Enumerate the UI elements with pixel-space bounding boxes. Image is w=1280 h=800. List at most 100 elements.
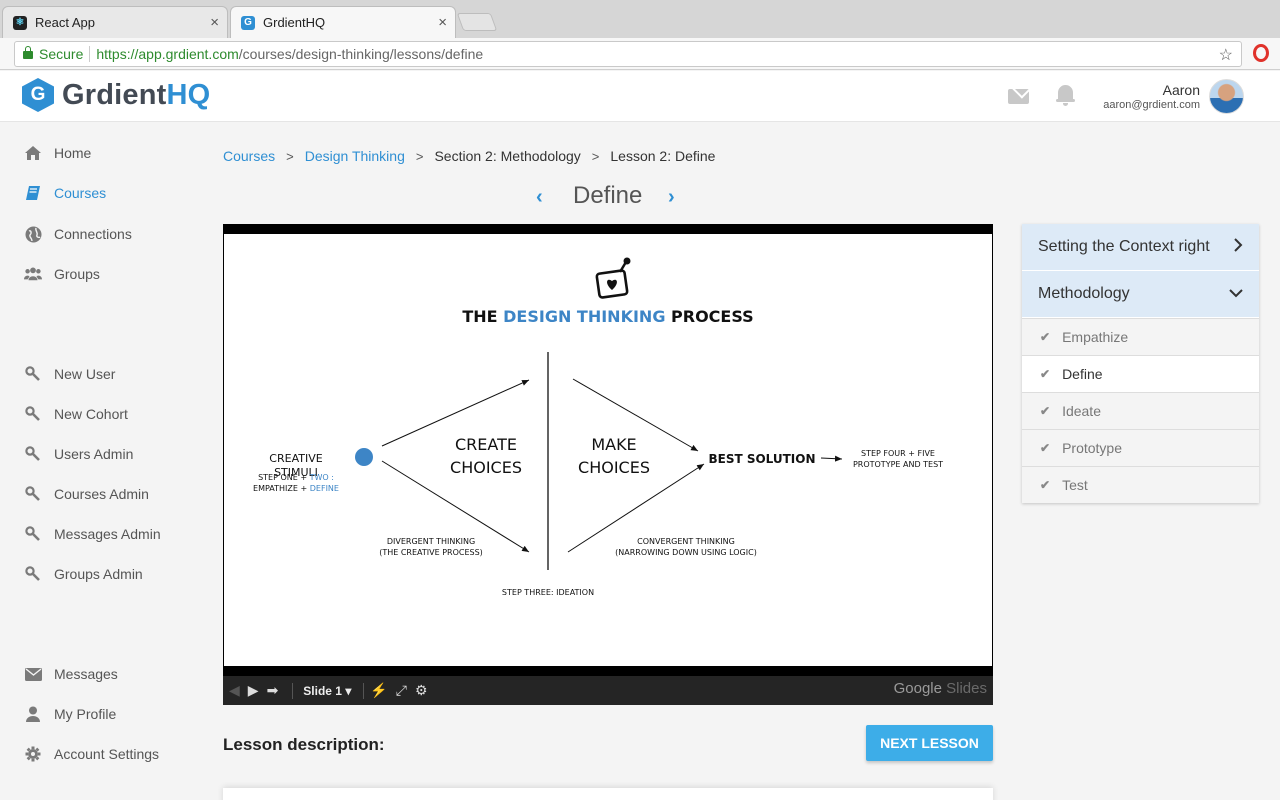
sidebar: Home Courses Connections Groups New User…	[0, 122, 200, 800]
check-icon: ✔	[1040, 478, 1051, 492]
sidebar-item-label: New Cohort	[54, 406, 128, 422]
sidebar-item-new-user[interactable]: New User	[24, 363, 115, 385]
close-icon[interactable]: ×	[438, 14, 447, 31]
stimuli-dot	[355, 448, 373, 466]
wrench-icon	[24, 485, 42, 503]
secure-label: Secure	[39, 46, 84, 62]
prev-lesson-arrow-icon[interactable]: ‹	[536, 186, 543, 209]
chevron-down-icon	[1229, 285, 1243, 303]
lesson-item-ideate[interactable]: ✔ Ideate	[1022, 392, 1259, 429]
play-icon[interactable]: ▶	[248, 682, 259, 699]
sidebar-item-courses-admin[interactable]: Courses Admin	[24, 483, 149, 505]
sidebar-item-label: Users Admin	[54, 446, 134, 462]
divider	[292, 682, 294, 699]
sidebar-item-connections[interactable]: Connections	[24, 223, 132, 245]
envelope-icon[interactable]	[1008, 89, 1029, 104]
logo-text: GrdientHQ	[62, 79, 210, 112]
breadcrumb: Courses > Design Thinking > Section 2: M…	[223, 148, 715, 164]
svg-text:CREATIVE: CREATIVE	[269, 452, 322, 465]
slide-selector[interactable]: Slide 1 ▾	[303, 684, 351, 698]
logo-text-main: Grdient	[62, 78, 167, 111]
sidebar-item-groups[interactable]: Groups	[24, 263, 100, 285]
lesson-label: Test	[1062, 477, 1088, 493]
sidebar-item-messages[interactable]: Messages	[24, 663, 118, 685]
lesson-item-empathize[interactable]: ✔ Empathize	[1022, 318, 1259, 355]
globe-icon	[24, 225, 42, 243]
settings-gear-icon[interactable]: ⚙	[415, 682, 428, 699]
url-base: https://app.grdient.com	[96, 46, 239, 62]
lesson-label: Empathize	[1062, 329, 1129, 345]
tab-grdienthq[interactable]: G GrdientHQ ×	[230, 6, 456, 38]
logo-mark: G	[22, 78, 54, 112]
breadcrumb-courses[interactable]: Courses	[223, 148, 275, 164]
secure-indicator[interactable]: Secure	[23, 46, 83, 62]
next-lesson-button[interactable]: NEXT LESSON	[866, 725, 993, 761]
lesson-label: Prototype	[1062, 440, 1122, 456]
app-header: G GrdientHQ Aaron aaron@grdient.com	[0, 71, 1280, 122]
close-icon[interactable]: ×	[210, 14, 219, 31]
home-icon	[24, 144, 42, 162]
slide-number: Slide 1	[303, 683, 342, 698]
breadcrumb-separator: >	[415, 148, 424, 164]
slide-canvas[interactable]: THE DESIGN THINKING PROCESS CREATIVE STI…	[224, 234, 992, 666]
breadcrumb-separator: >	[591, 148, 600, 164]
section-title: Methodology	[1038, 285, 1130, 302]
sidebar-item-new-cohort[interactable]: New Cohort	[24, 403, 128, 425]
breadcrumb-separator: >	[286, 148, 294, 164]
sidebar-item-label: Groups Admin	[54, 566, 143, 582]
url-field[interactable]: Secure https://app.grdient.com/courses/d…	[14, 41, 1242, 67]
tab-react-app[interactable]: ⚛ React App ×	[2, 6, 228, 38]
bookmark-star-icon[interactable]: ☆	[1219, 45, 1233, 65]
sidebar-item-home[interactable]: Home	[24, 142, 91, 164]
user-info[interactable]: Aaron aaron@grdient.com	[1103, 82, 1200, 111]
bell-icon[interactable]	[1056, 85, 1075, 106]
next-slide-icon[interactable]: ➡	[267, 682, 279, 699]
breadcrumb-lesson: Lesson 2: Define	[610, 148, 716, 164]
svg-text:(NARROWING DOWN USING LOGIC): (NARROWING DOWN USING LOGIC)	[615, 548, 757, 557]
lesson-item-test[interactable]: ✔ Test	[1022, 466, 1259, 503]
lesson-item-define[interactable]: ✔ Define	[1022, 355, 1259, 392]
envelope-icon	[24, 665, 42, 683]
logo[interactable]: G GrdientHQ	[22, 78, 210, 112]
wrench-icon	[24, 405, 42, 423]
sidebar-item-courses[interactable]: Courses	[24, 182, 106, 204]
laser-pointer-icon[interactable]: ⚡	[370, 682, 387, 699]
sidebar-item-groups-admin[interactable]: Groups Admin	[24, 563, 143, 585]
previous-slide-icon[interactable]: ◀	[229, 682, 240, 699]
brand-slides: Slides	[941, 680, 987, 697]
sidebar-item-label: Messages Admin	[54, 526, 161, 542]
sidebar-item-my-profile[interactable]: My Profile	[24, 703, 116, 725]
sidebar-item-label: Messages	[54, 666, 118, 682]
gear-icon	[24, 745, 42, 763]
opera-icon[interactable]	[1253, 44, 1269, 62]
svg-text:CONVERGENT THINKING: CONVERGENT THINKING	[637, 537, 735, 546]
slide-diagram: THE DESIGN THINKING PROCESS CREATIVE STI…	[253, 257, 943, 597]
slides-toolbar: ◀ ▶ ➡ Slide 1 ▾ ⚡ ⤢ ⚙ Google Slides	[223, 676, 993, 705]
new-tab-button[interactable]	[456, 13, 498, 31]
svg-text:(THE CREATIVE PROCESS): (THE CREATIVE PROCESS)	[379, 548, 483, 557]
sidebar-item-users-admin[interactable]: Users Admin	[24, 443, 133, 465]
slide-title: THE DESIGN THINKING PROCESS	[462, 307, 753, 326]
sidebar-item-messages-admin[interactable]: Messages Admin	[24, 523, 161, 545]
address-bar: Secure https://app.grdient.com/courses/d…	[0, 38, 1280, 70]
sidebar-item-label: My Profile	[54, 706, 117, 722]
fullscreen-icon[interactable]: ⤢	[396, 682, 407, 699]
sidebar-item-label: Account Settings	[54, 746, 160, 762]
section-setting-the-context[interactable]: Setting the Context right	[1022, 224, 1259, 271]
sidebar-item-account-settings[interactable]: Account Settings	[24, 743, 159, 765]
user-email: aaron@grdient.com	[1103, 99, 1200, 111]
section-title: Setting the Context right	[1038, 238, 1210, 255]
svg-text:PROTOTYPE AND TEST: PROTOTYPE AND TEST	[853, 460, 943, 469]
svg-text:STEP ONE + TWO :: STEP ONE + TWO :	[258, 473, 334, 482]
divider	[89, 46, 91, 62]
google-slides-logo[interactable]: Google Slides	[894, 680, 987, 697]
next-lesson-arrow-icon[interactable]: ›	[668, 186, 675, 209]
lesson-item-prototype[interactable]: ✔ Prototype	[1022, 429, 1259, 466]
breadcrumb-design-thinking[interactable]: Design Thinking	[305, 148, 405, 164]
lock-icon	[23, 46, 33, 59]
sidebar-item-label: New User	[54, 366, 116, 382]
svg-text:CREATE: CREATE	[455, 435, 517, 454]
section-methodology[interactable]: Methodology	[1022, 271, 1259, 318]
avatar[interactable]	[1209, 79, 1244, 114]
sidebar-item-label: Courses Admin	[54, 486, 149, 502]
